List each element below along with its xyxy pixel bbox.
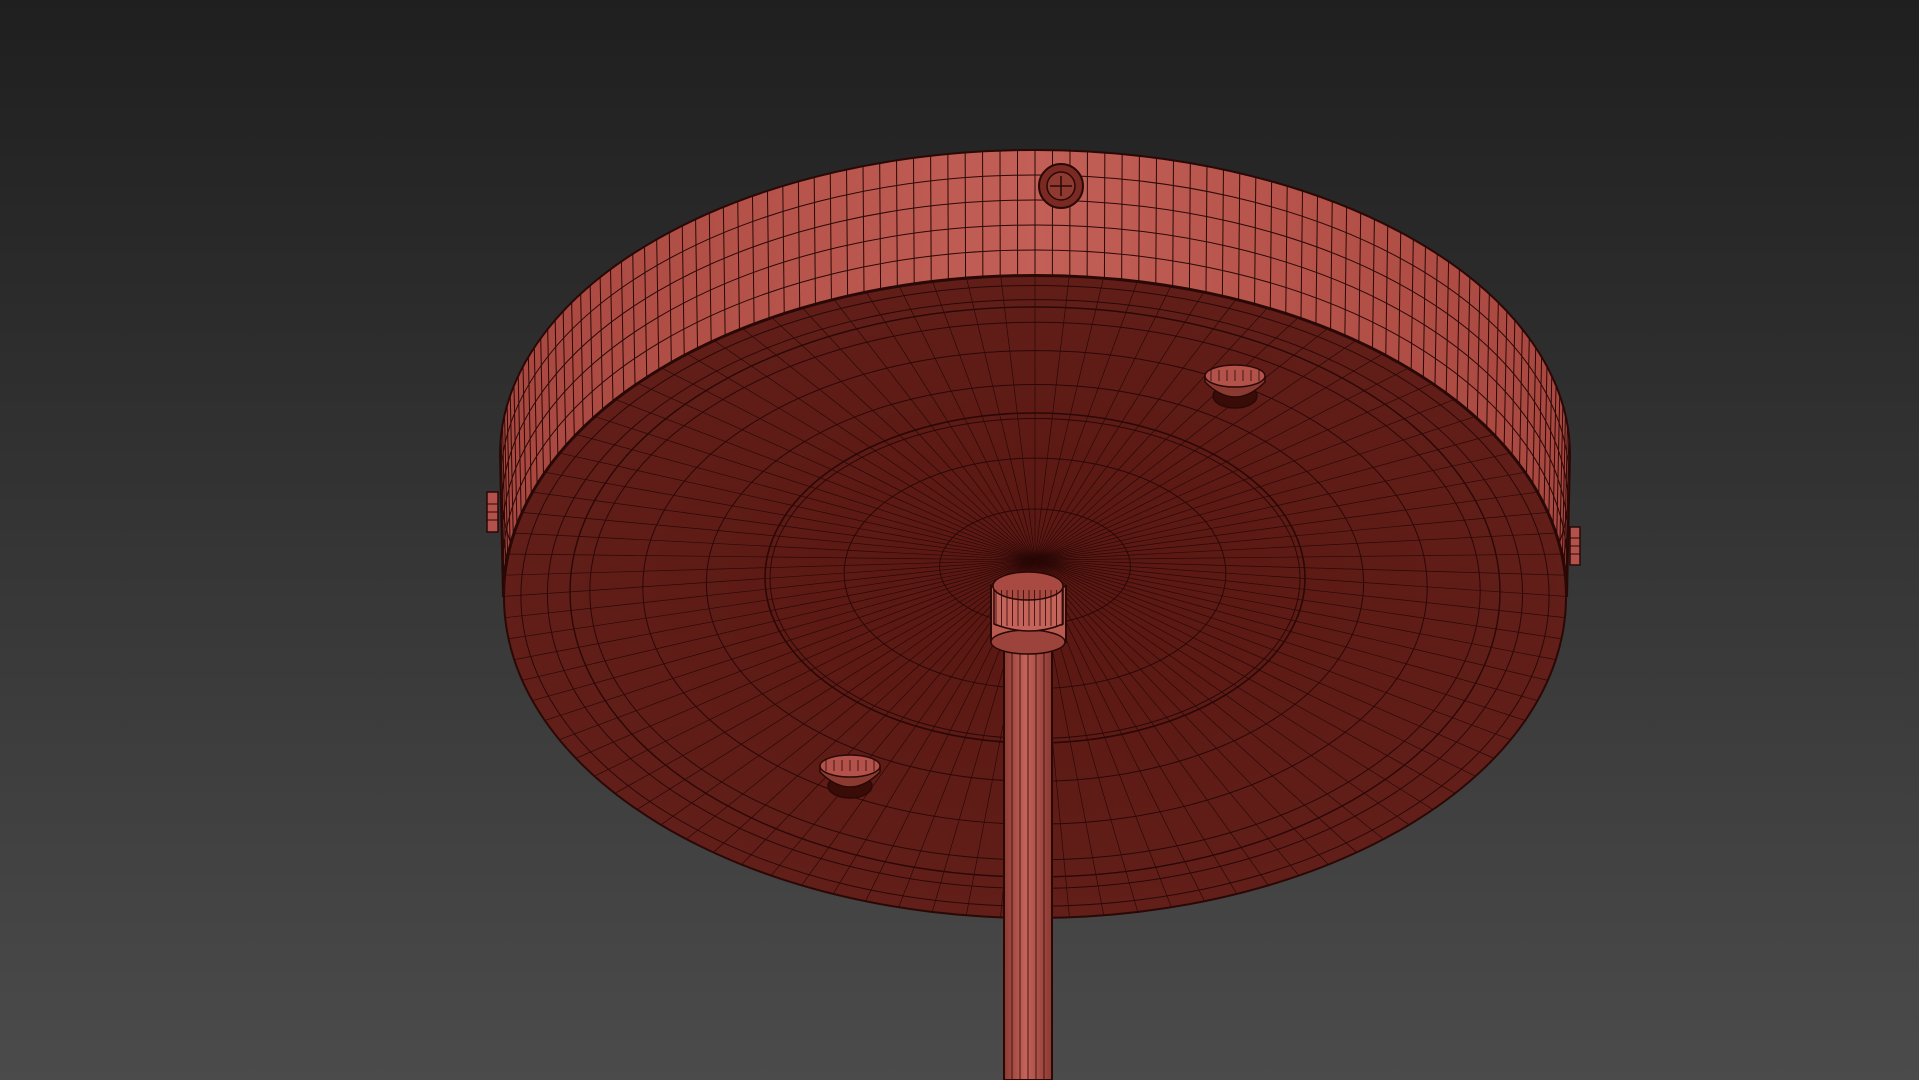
side-screw-right bbox=[1569, 526, 1581, 566]
3d-viewport[interactable] bbox=[0, 0, 1919, 1080]
screw-top bbox=[1038, 163, 1084, 209]
pendant-rod bbox=[1003, 639, 1053, 1080]
rod-collar bbox=[990, 571, 1067, 655]
viewport-scene[interactable] bbox=[0, 0, 1919, 1080]
side-screw-left bbox=[486, 491, 499, 533]
